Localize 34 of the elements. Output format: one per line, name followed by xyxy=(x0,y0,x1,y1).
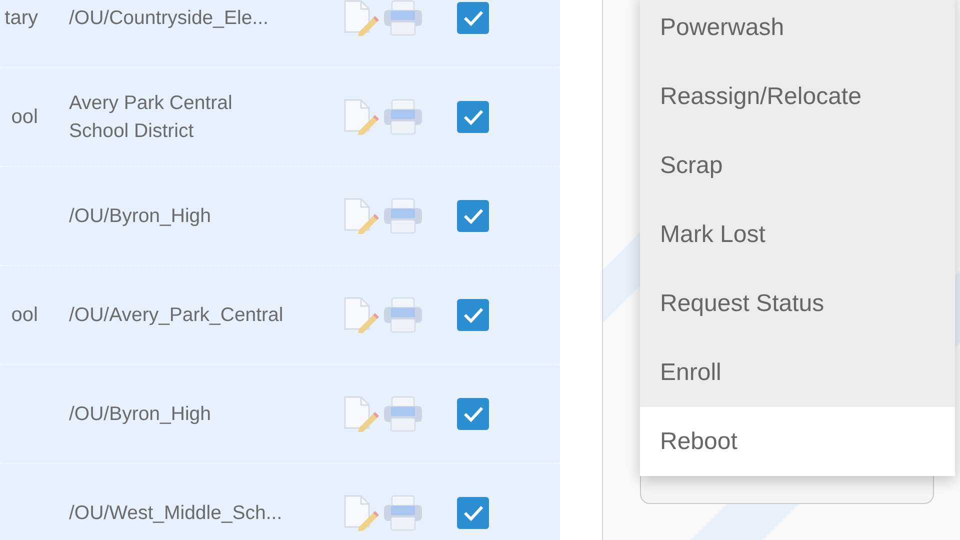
printer-icon[interactable] xyxy=(383,297,423,333)
edit-document-icon[interactable] xyxy=(343,99,379,135)
org-unit-path: /OU/Avery_Park_Central xyxy=(69,304,284,326)
org-unit-path: /OU/Byron_High xyxy=(69,403,211,425)
edit-document-icon[interactable] xyxy=(343,297,379,333)
menu-item[interactable]: Powerwash xyxy=(640,0,955,62)
edit-document-icon[interactable] xyxy=(343,0,379,36)
org-unit-path: /OU/Countryside_Ele... xyxy=(69,7,268,29)
menu-item[interactable]: Enroll xyxy=(640,338,955,407)
menu-item[interactable]: Request Status xyxy=(640,269,955,338)
menu-item[interactable]: Scrap xyxy=(640,131,955,200)
org-unit-path: Avery Park Central School District xyxy=(69,92,232,142)
table-cell: tary xyxy=(4,6,38,28)
table-cell: ool xyxy=(11,106,38,128)
edit-document-icon[interactable] xyxy=(343,396,379,432)
menu-item[interactable]: Mark Lost xyxy=(640,200,955,269)
menu-item[interactable]: Reassign/Relocate xyxy=(640,62,955,131)
checkbox[interactable] xyxy=(457,101,489,133)
printer-icon[interactable] xyxy=(383,396,423,432)
checkbox[interactable] xyxy=(457,398,489,430)
printer-icon[interactable] xyxy=(383,495,423,531)
edit-document-icon[interactable] xyxy=(343,495,379,531)
printer-icon[interactable] xyxy=(383,0,423,36)
menu-item[interactable]: Reboot xyxy=(640,407,955,476)
printer-icon[interactable] xyxy=(383,99,423,135)
checkbox[interactable] xyxy=(457,497,489,529)
org-unit-path: /OU/West_Middle_Sch... xyxy=(69,502,282,524)
printer-icon[interactable] xyxy=(383,198,423,234)
checkbox[interactable] xyxy=(457,200,489,232)
org-unit-path: /OU/Byron_High xyxy=(69,205,211,227)
checkbox[interactable] xyxy=(457,299,489,331)
edit-document-icon[interactable] xyxy=(343,198,379,234)
table-cell: ool xyxy=(11,304,38,326)
checkbox[interactable] xyxy=(457,2,489,34)
